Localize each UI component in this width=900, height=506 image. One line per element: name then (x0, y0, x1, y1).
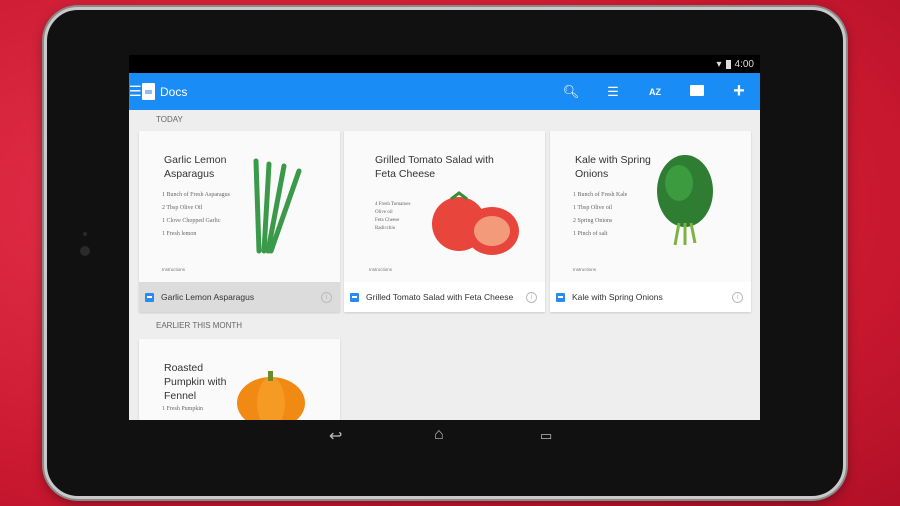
tomato-illustration (432, 191, 519, 255)
doc-file-icon (350, 292, 359, 302)
ingredient: 1 Clove Chopped Garlic (162, 218, 221, 224)
doc-card[interactable]: Garlic Lemon Asparagus 1 Bunch of Fresh … (139, 131, 340, 312)
menu-icon[interactable]: ☰ (129, 83, 142, 100)
ingredient: 1 Bunch of Fresh Asparagus (162, 192, 230, 198)
battery-icon (725, 59, 731, 69)
instructions-label: Instructions (573, 267, 597, 272)
doc-card[interactable]: Grilled Tomato Salad with Feta Cheese 4 … (344, 131, 545, 312)
doc-label[interactable]: Kale with Spring Onions i (550, 282, 751, 312)
doc-label[interactable]: Garlic Lemon Asparagus i (139, 282, 340, 312)
thumb-title: Kale with Spring Onions (575, 154, 651, 180)
app-title: Docs (160, 84, 188, 99)
ingredient: 2 Tbsp Olive Oil (162, 205, 203, 211)
back-icon[interactable]: ↩ (329, 426, 342, 446)
doc-label[interactable]: Grilled Tomato Salad with Feta Cheese i (344, 282, 545, 312)
screen: ▾ 4:00 ☰ Docs 🔍︎ ☰ AZ + TODAY Garlic Lem… (129, 55, 760, 420)
doc-card[interactable]: Kale with Spring Onions 1 Bunch of Fresh… (550, 131, 751, 312)
asparagus-illustration (253, 158, 302, 254)
info-icon[interactable]: i (732, 291, 743, 303)
status-bar: ▾ 4:00 (129, 55, 760, 73)
doc-thumbnail[interactable]: Roasted Pumpkin with Fennel 1 Fresh Pump… (139, 339, 340, 420)
add-icon[interactable]: + (718, 80, 760, 103)
app-bar: ☰ Docs 🔍︎ ☰ AZ + (129, 73, 760, 110)
ingredient: 1 Pinch of salt (573, 231, 608, 237)
folder-icon[interactable] (676, 84, 718, 99)
doc-thumbnail[interactable]: Grilled Tomato Salad with Feta Cheese 4 … (344, 131, 545, 282)
doc-card[interactable]: Roasted Pumpkin with Fennel 1 Fresh Pump… (139, 339, 340, 420)
info-icon[interactable]: i (526, 291, 537, 303)
ingredient: 1 Fresh Pumpkin (162, 406, 204, 412)
kale-illustration (657, 155, 713, 246)
doc-title: Garlic Lemon Asparagus (161, 292, 255, 302)
front-camera (80, 246, 90, 256)
ingredient: 4 Fresh Tomatoes (375, 202, 411, 207)
section-earlier: EARLIER THIS MONTH (156, 321, 243, 330)
thumb-title: Grilled Tomato Salad with Feta Cheese (375, 154, 494, 180)
ingredient: Radicchio (375, 226, 396, 231)
docs-logo-icon (142, 83, 155, 100)
doc-title: Grilled Tomato Salad with Feta Cheese (366, 292, 514, 302)
info-icon[interactable]: i (321, 291, 332, 303)
doc-file-icon (556, 292, 565, 302)
doc-thumbnail[interactable]: Garlic Lemon Asparagus 1 Bunch of Fresh … (139, 131, 340, 282)
instructions-label: Instructions (369, 267, 393, 272)
wifi-icon: ▾ (716, 58, 722, 70)
sensor (83, 232, 87, 236)
ingredient: Olive oil (375, 210, 393, 215)
ingredient: 1 Tbsp Olive oil (573, 205, 613, 211)
search-icon[interactable]: 🔍︎ (550, 84, 592, 100)
doc-title: Kale with Spring Onions (572, 292, 663, 302)
list-view-icon[interactable]: ☰ (592, 84, 634, 100)
recent-apps-icon[interactable]: ▭ (540, 428, 552, 444)
ingredient: 2 Spring Onions (573, 218, 613, 224)
status-time: 4:00 (734, 58, 754, 70)
doc-thumbnail[interactable]: Kale with Spring Onions 1 Bunch of Fresh… (550, 131, 751, 282)
ingredient: 1 Fresh lemon (162, 231, 197, 237)
pumpkin-illustration (237, 371, 305, 420)
doc-file-icon (145, 292, 154, 302)
ingredient: 1 Bunch of Fresh Kale (573, 192, 628, 198)
sort-az-icon[interactable]: AZ (634, 87, 676, 97)
instructions-label: Instructions (162, 267, 186, 272)
navigation-bar: ↩ ⌂ ▭ (129, 422, 760, 450)
thumb-title: Roasted Pumpkin with Fennel (164, 362, 227, 402)
ingredient: Feta Cheese (375, 218, 400, 223)
home-icon[interactable]: ⌂ (434, 426, 444, 444)
section-today: TODAY (156, 115, 183, 124)
